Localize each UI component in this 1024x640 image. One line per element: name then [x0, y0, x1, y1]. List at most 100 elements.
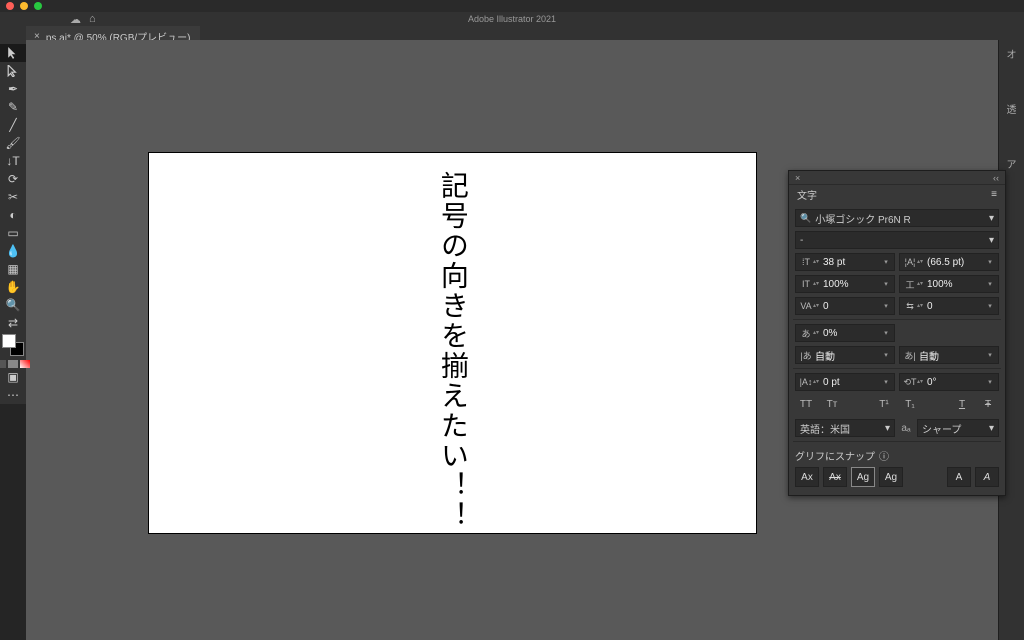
snap-to-glyph-label: グリフにスナップ [795, 448, 875, 463]
pen-tool[interactable]: ✒ [0, 80, 26, 98]
aki-right-value: 自動 [917, 348, 985, 363]
tools-panel: ✒ ✎ ╱ 🖌 ↓T ⟳ ✂ ◐ ▭ 💧 ▦ ✋ 🔍 ⇄ ▣ ⋯ [0, 40, 26, 404]
canvas-area[interactable]: 記号の向きを揃えたい！！ × ‹‹ 文字 ≡ 🔍 小塚ゴシック Pr6N R [26, 40, 998, 640]
font-size-icon: ⁞T [799, 257, 813, 267]
char-rotation-field[interactable]: ⟲T▴▾0°▾ [899, 373, 999, 391]
kerning-field[interactable]: VA▴▾0▾ [795, 297, 895, 315]
baseline-shift-field[interactable]: |A↕▴▾0 pt▾ [795, 373, 895, 391]
hand-tool[interactable]: ✋ [0, 278, 26, 296]
brush-tool[interactable]: 🖌 [0, 134, 26, 152]
aki-right-icon: あ| [903, 349, 917, 362]
cloud-icon[interactable]: ☁ [70, 13, 81, 26]
selection-tool[interactable] [0, 44, 26, 62]
right-tab-3[interactable]: ア [1007, 156, 1017, 171]
close-dot[interactable] [6, 2, 14, 10]
line-tool[interactable]: ╱ [0, 116, 26, 134]
right-tab-2[interactable]: 透 [1007, 101, 1017, 116]
eyedropper-tool[interactable]: 💧 [0, 242, 26, 260]
artboard[interactable]: 記号の向きを揃えたい！！ [149, 153, 756, 533]
glyph-btn-2[interactable]: Ax [823, 467, 847, 487]
app-title-bar: ☁ ⌂ Adobe Illustrator 2021 [0, 12, 1024, 26]
all-caps-button[interactable]: TT [795, 395, 817, 413]
edit-toolbar[interactable]: ⋯ [0, 386, 26, 404]
fill-swatch[interactable] [2, 334, 16, 348]
curvature-tool[interactable]: ✎ [0, 98, 26, 116]
leading-value: (66.5 pt) [925, 257, 985, 268]
glyph-btn-4[interactable]: Ag [879, 467, 903, 487]
info-icon[interactable]: ⓘ [879, 448, 889, 463]
v-scale-field[interactable]: 工▴▾100%▾ [899, 275, 999, 293]
search-icon: 🔍 [800, 213, 811, 224]
language-select[interactable]: 英語：米国▾ [795, 419, 895, 437]
glyph-btn-3[interactable]: Ag [851, 467, 875, 487]
max-dot[interactable] [34, 2, 42, 10]
tracking-icon: ⇆ [903, 301, 917, 312]
font-style-value: - [800, 235, 803, 246]
tracking-field[interactable]: ⇆▴▾0▾ [899, 297, 999, 315]
rectangle-tool[interactable]: ▭ [0, 224, 26, 242]
tsume-icon: あ [799, 327, 813, 340]
vscale-icon: 工 [903, 278, 917, 291]
font-size-value: 38 pt [821, 257, 881, 268]
glyph-btn-1[interactable]: Ax [795, 467, 819, 487]
home-icon[interactable]: ⌂ [89, 13, 96, 26]
tsume-value: 0% [821, 328, 881, 339]
font-family-value: 小塚ゴシック Pr6N R [815, 211, 911, 226]
leading-icon: ¦A¦ [903, 257, 917, 267]
baseline-icon: |A↕ [799, 377, 813, 387]
glyph-btn-5[interactable]: A [947, 467, 971, 487]
aki-left-field[interactable]: |あ自動▾ [795, 346, 895, 364]
font-family-select[interactable]: 🔍 小塚ゴシック Pr6N R ▾ [795, 209, 999, 227]
panel-menu-icon[interactable]: ≡ [991, 189, 997, 200]
shape-builder-tool[interactable]: ◐ [0, 206, 26, 224]
h-scale-field[interactable]: IT▴▾100%▾ [795, 275, 895, 293]
workspace: 記号の向きを揃えたい！！ × ‹‹ 文字 ≡ 🔍 小塚ゴシック Pr6N R [0, 40, 1024, 640]
glyph-btn-6[interactable]: A [975, 467, 999, 487]
screen-mode[interactable]: ▣ [0, 368, 26, 386]
subscript-button[interactable]: T₁ [899, 395, 921, 413]
superscript-button[interactable]: T¹ [873, 395, 895, 413]
underline-button[interactable]: T [951, 395, 973, 413]
strike-button[interactable]: Ŧ [977, 395, 999, 413]
rotate-icon: ⟲T [903, 377, 917, 388]
tracking-value: 0 [925, 301, 985, 312]
color-mode-row[interactable] [0, 360, 30, 368]
antialias-value: シャープ [922, 421, 961, 436]
character-panel: × ‹‹ 文字 ≡ 🔍 小塚ゴシック Pr6N R ▾ [788, 170, 1006, 496]
font-size-field[interactable]: ⁞T▴▾38 pt▾ [795, 253, 895, 271]
vertical-text[interactable]: 記号の向きを揃えたい！！ [437, 171, 468, 531]
leading-field[interactable]: ¦A¦▴▾(66.5 pt)▾ [899, 253, 999, 271]
v-scale-value: 100% [925, 279, 985, 290]
kerning-icon: VA [799, 301, 813, 311]
type-tool[interactable]: ↓T [0, 152, 26, 170]
min-dot[interactable] [20, 2, 28, 10]
language-value: 英語：米国 [800, 421, 850, 436]
rotate-tool[interactable]: ⟳ [0, 170, 26, 188]
caps-buttons: TT Tᴛ T¹ T₁ T Ŧ [795, 395, 999, 413]
antialias-select[interactable]: シャープ▾ [917, 419, 999, 437]
panel-close-icon[interactable]: × [795, 173, 800, 183]
glyph-snap-buttons: Ax Ax Ag Ag A A [795, 467, 999, 487]
kerning-value: 0 [821, 301, 881, 312]
panel-collapse-icon[interactable]: ‹‹ [993, 173, 999, 183]
chevron-down-icon: ▾ [989, 213, 994, 224]
aki-left-value: 自動 [813, 348, 881, 363]
fill-stroke-swatch[interactable] [2, 334, 24, 356]
gradient-tool[interactable]: ▦ [0, 260, 26, 278]
baseline-value: 0 pt [821, 377, 881, 388]
aki-right-field[interactable]: あ|自動▾ [899, 346, 999, 364]
small-caps-button[interactable]: Tᴛ [821, 395, 843, 413]
tsume-field[interactable]: あ▴▾0%▾ [795, 324, 895, 342]
scissors-tool[interactable]: ✂ [0, 188, 26, 206]
right-tab-1[interactable]: オ [1007, 46, 1017, 61]
rotation-value: 0° [925, 377, 985, 388]
h-scale-value: 100% [821, 279, 881, 290]
mac-traffic-lights [0, 0, 1024, 12]
font-style-select[interactable]: - ▾ [795, 231, 999, 249]
app-title: Adobe Illustrator 2021 [468, 14, 556, 24]
aki-left-icon: |あ [799, 349, 813, 362]
panel-title[interactable]: 文字 [797, 187, 817, 202]
toggle-fill-stroke[interactable]: ⇄ [0, 314, 26, 332]
direct-selection-tool[interactable] [0, 62, 26, 80]
zoom-tool[interactable]: 🔍 [0, 296, 26, 314]
